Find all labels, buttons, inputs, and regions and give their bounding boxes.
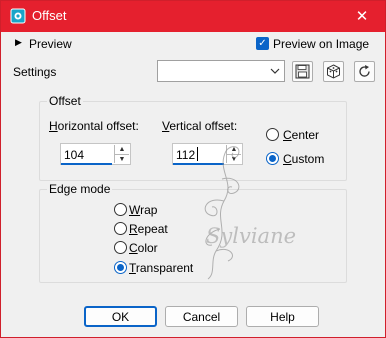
edge-mode-group-label: Edge mode bbox=[47, 182, 113, 196]
help-button[interactable]: Help bbox=[246, 306, 319, 327]
settings-label: Settings bbox=[13, 65, 57, 79]
save-preset-icon bbox=[295, 64, 310, 79]
horizontal-offset-label: Horizontal offset: bbox=[49, 119, 139, 133]
label-text: ertical offset: bbox=[169, 119, 238, 133]
center-radio[interactable] bbox=[266, 128, 279, 141]
transparent-radio[interactable] bbox=[114, 261, 127, 274]
spinner-arrows[interactable]: ▲ ▼ bbox=[114, 145, 129, 163]
cancel-button[interactable]: Cancel bbox=[165, 306, 238, 327]
title-bar: Offset ✕ bbox=[1, 1, 385, 32]
accel-key: C bbox=[129, 241, 138, 255]
label-text: enter bbox=[291, 128, 320, 142]
preset-combo[interactable] bbox=[157, 60, 285, 82]
watermark-flourish bbox=[204, 146, 240, 280]
accel-key: H bbox=[49, 119, 58, 133]
offset-dialog: Offset ✕ ▶ Preview ✓ Preview on Image Se… bbox=[0, 0, 386, 338]
horizontal-offset-spinner[interactable]: 104 ▲ ▼ bbox=[60, 143, 131, 165]
accel-key: W bbox=[129, 203, 141, 217]
randomize-button[interactable] bbox=[323, 61, 344, 82]
label-text: orizontal offset: bbox=[57, 119, 139, 133]
chevron-down-icon bbox=[270, 68, 280, 74]
label-text: ransparent bbox=[135, 261, 194, 275]
wrap-radio-label[interactable]: Wrap bbox=[129, 203, 157, 217]
accel-key: T bbox=[129, 261, 136, 275]
preview-on-image-checkbox[interactable]: ✓ bbox=[256, 37, 269, 50]
accel-key: R bbox=[129, 222, 138, 236]
reset-icon bbox=[359, 65, 370, 77]
randomize-icon bbox=[327, 64, 340, 79]
color-radio[interactable] bbox=[114, 241, 127, 254]
color-radio-label[interactable]: Color bbox=[129, 241, 158, 255]
increment-icon[interactable]: ▲ bbox=[115, 145, 129, 155]
focus-underline bbox=[61, 163, 112, 165]
window-title: Offset bbox=[32, 8, 67, 23]
accel-key: C bbox=[283, 128, 292, 142]
label-text: epeat bbox=[137, 222, 168, 236]
label-text: olor bbox=[137, 241, 158, 255]
ok-button[interactable]: OK bbox=[84, 306, 157, 327]
reset-button[interactable] bbox=[354, 61, 375, 82]
offset-group-label: Offset bbox=[47, 94, 83, 108]
repeat-radio[interactable] bbox=[114, 222, 127, 235]
repeat-radio-label[interactable]: Repeat bbox=[129, 222, 168, 236]
horizontal-offset-value[interactable]: 104 bbox=[64, 148, 84, 162]
wrap-radio[interactable] bbox=[114, 203, 127, 216]
preview-on-image-label[interactable]: Preview on Image bbox=[273, 37, 369, 51]
preview-expander[interactable]: Preview bbox=[29, 37, 72, 51]
decrement-icon[interactable]: ▼ bbox=[115, 155, 129, 164]
watermark-signature: Sylviane bbox=[206, 224, 297, 248]
expand-arrow-icon[interactable]: ▶ bbox=[15, 37, 22, 48]
app-icon bbox=[10, 8, 26, 24]
label-text: rap bbox=[140, 203, 158, 217]
vertical-offset-label: Vertical offset: bbox=[162, 119, 237, 133]
center-radio-label[interactable]: Center bbox=[283, 128, 319, 142]
transparent-radio-label[interactable]: Transparent bbox=[129, 261, 193, 275]
save-preset-button[interactable] bbox=[292, 61, 313, 82]
close-icon[interactable]: ✕ bbox=[339, 1, 385, 32]
